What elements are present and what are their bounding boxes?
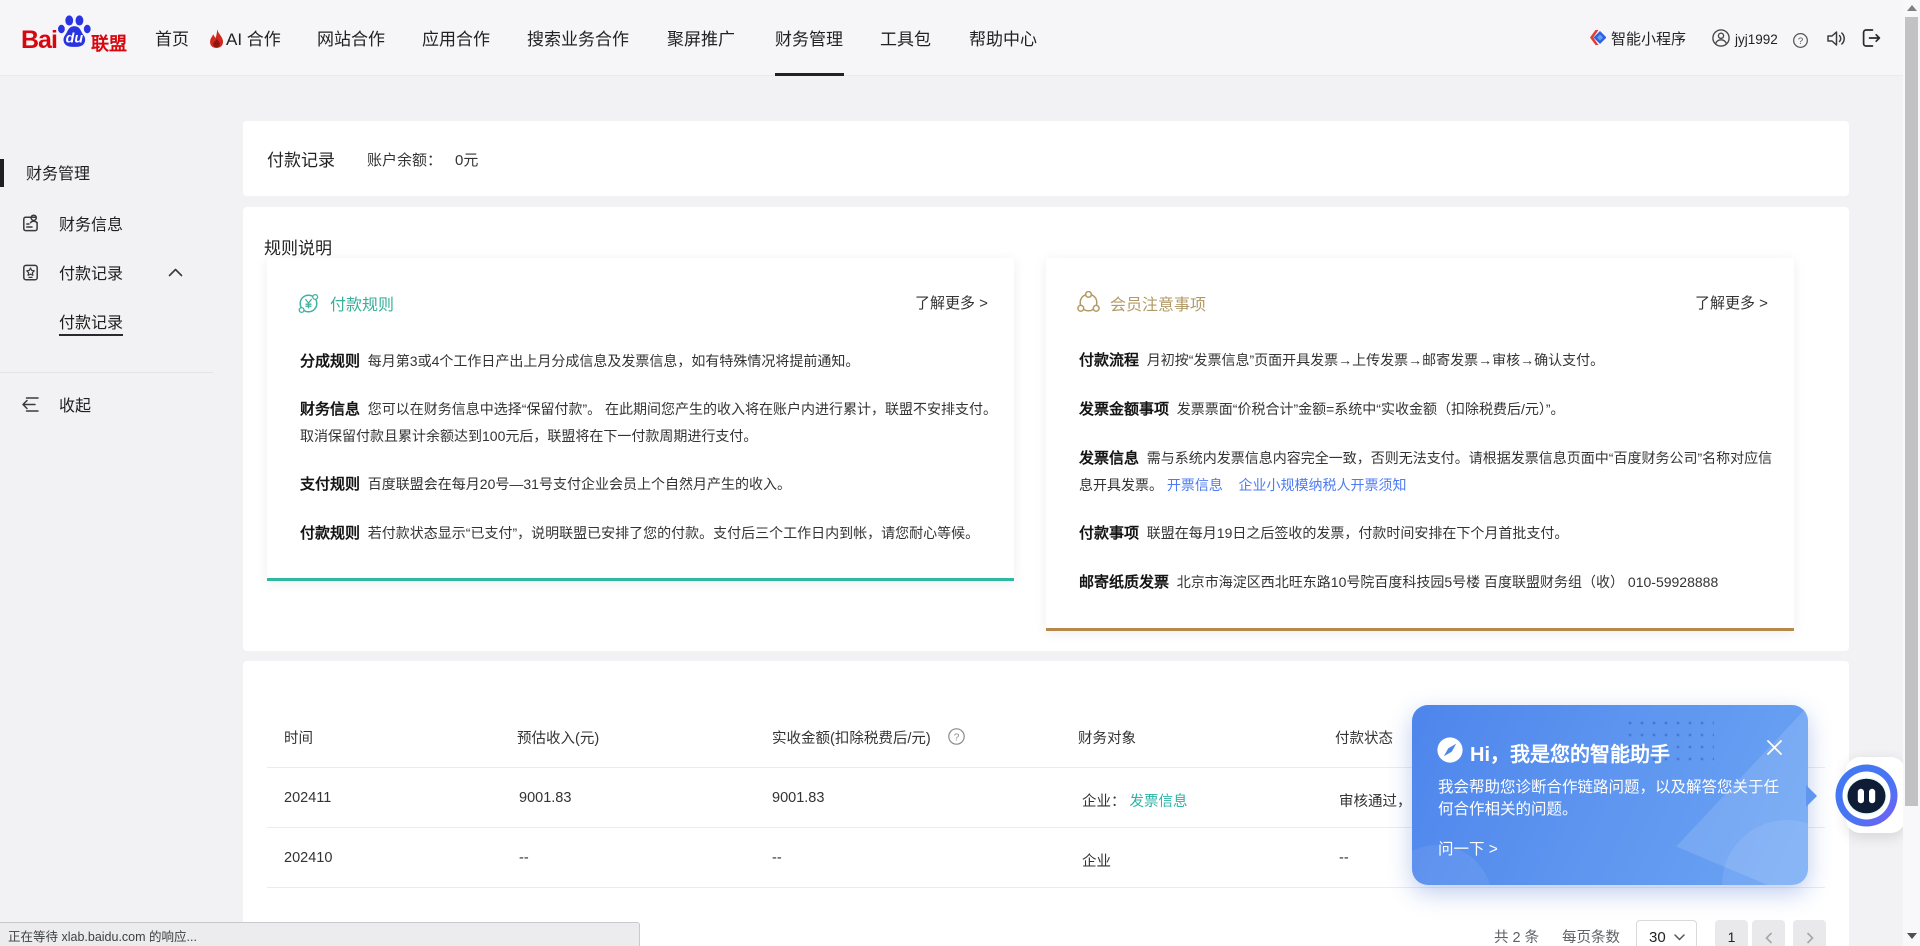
svg-text:?: ?	[954, 732, 960, 743]
svg-text:du: du	[66, 31, 84, 47]
svg-text:?: ?	[1798, 36, 1803, 47]
